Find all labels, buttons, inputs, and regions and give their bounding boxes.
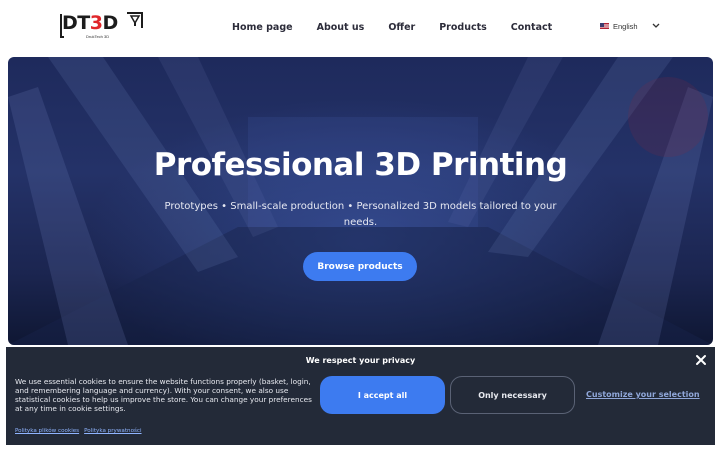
only-necessary-button[interactable]: Only necessary	[450, 376, 575, 414]
main-nav: Home page About us Offer Products Contac…	[232, 20, 576, 36]
language-label: English	[613, 21, 638, 31]
hero-subtitle: Prototypes • Small-scale production • Pe…	[164, 201, 557, 228]
logo-text: DT3D	[62, 12, 118, 34]
cookie-policy-link[interactable]: Polityka plików cookies	[15, 428, 79, 434]
printer-nozzle-icon	[127, 12, 143, 28]
us-flag-icon	[600, 23, 609, 29]
close-icon[interactable]	[695, 354, 707, 366]
cookie-banner: We respect your privacy We use essential…	[6, 347, 715, 445]
logo-subtitle: DrukTech 3D	[86, 34, 110, 39]
hero-title: Professional 3D Printing	[153, 147, 568, 183]
cookie-banner-text: We use essential cookies to ensure the w…	[15, 377, 312, 413]
nav-offer[interactable]: Offer	[388, 20, 415, 36]
nav-contact[interactable]: Contact	[511, 20, 552, 36]
site-header: DT3D DrukTech 3D Home page About us Offe…	[0, 0, 720, 56]
cookie-policy-links: Polityka plików cookies Polityka prywatn…	[15, 428, 142, 434]
nav-home[interactable]: Home page	[232, 20, 293, 36]
nav-products[interactable]: Products	[439, 20, 487, 36]
accept-all-button[interactable]: I accept all	[320, 376, 445, 414]
page: DT3D DrukTech 3D Home page About us Offe…	[0, 0, 720, 450]
customize-selection-link[interactable]: Customize your selection	[586, 390, 700, 399]
privacy-policy-link[interactable]: Polityka prywatności	[84, 428, 141, 434]
chevron-down-icon	[652, 23, 660, 28]
browse-products-button[interactable]: Browse products	[303, 252, 417, 281]
nav-about[interactable]: About us	[317, 20, 365, 36]
cookie-banner-title: We respect your privacy	[305, 356, 416, 365]
language-selector[interactable]: English	[600, 19, 660, 33]
site-logo[interactable]: DT3D DrukTech 3D	[60, 10, 146, 40]
hero-banner: Professional 3D Printing Prototypes • Sm…	[8, 57, 713, 345]
